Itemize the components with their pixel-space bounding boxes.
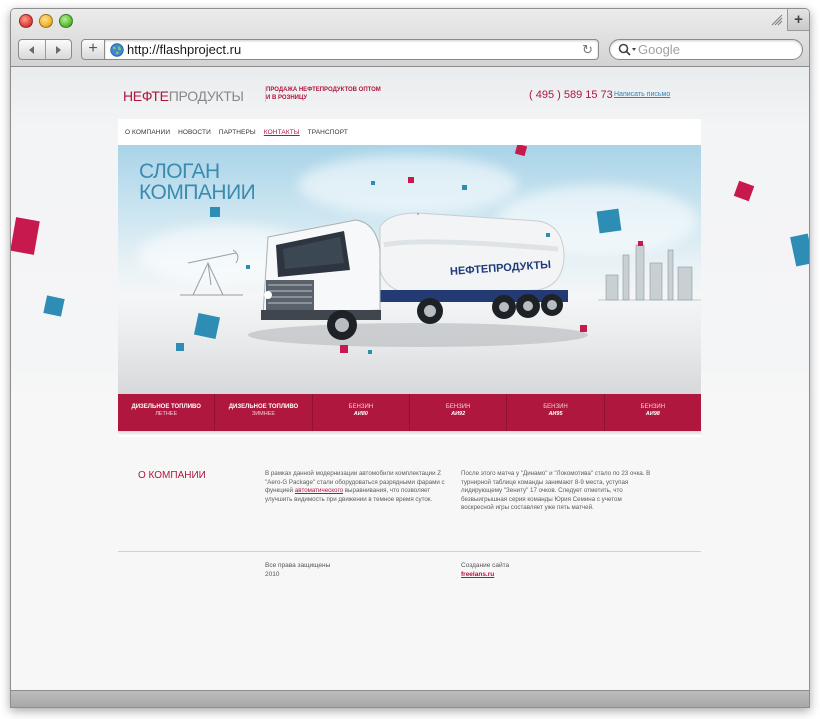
- nav-item-partners[interactable]: ПАРТНЕРЫ: [219, 129, 256, 136]
- site-credit: Создание сайта freelans.ru: [461, 562, 509, 579]
- nav-item-news[interactable]: НОВОСТИ: [178, 129, 211, 136]
- add-bookmark-button[interactable]: +: [81, 39, 105, 60]
- about-text-col2: После этого матча у "Динамо" и "Локомоти…: [461, 470, 651, 511]
- product-name: БЕНЗИН: [445, 404, 471, 410]
- minimize-window-button[interactable]: [39, 14, 53, 28]
- product-diesel-summer[interactable]: ДИЗЕЛЬНОЕ ТОПЛИВО ЛЕТНЕЕ: [118, 394, 216, 431]
- product-ai98[interactable]: БЕНЗИН АИ98: [605, 394, 701, 431]
- product-sub: АИ92: [451, 411, 466, 417]
- decor-square: [11, 217, 40, 255]
- credit-link[interactable]: freelans.ru: [461, 571, 509, 580]
- copyright-text: Все права защищены: [265, 562, 331, 569]
- decor-square: [733, 180, 755, 202]
- toolbar-toggle-icon[interactable]: [771, 14, 783, 26]
- product-ai95[interactable]: БЕНЗИН АИ95: [507, 394, 605, 431]
- product-ai80[interactable]: БЕНЗИН АИ80: [313, 394, 410, 431]
- decor-square: [43, 295, 65, 317]
- product-name: БЕНЗИН: [543, 404, 568, 410]
- site-content: О КОМПАНИИ НОВОСТИ ПАРТНЕРЫ КОНТАКТЫ ТРА…: [118, 119, 701, 437]
- footer-divider: [118, 551, 701, 552]
- new-tab-button[interactable]: +: [787, 9, 809, 31]
- status-bar: [11, 690, 809, 707]
- copyright-year: 2010: [265, 570, 280, 578]
- reload-icon[interactable]: ↻: [582, 42, 593, 58]
- history-buttons: [18, 39, 72, 60]
- browser-window: + + http://flashproject.ru ↻ Google НЕФТ…: [10, 8, 810, 708]
- logo-part1: НЕФТЕ: [123, 88, 169, 104]
- site-logo[interactable]: НЕФТЕПРОДУКТЫ: [123, 88, 244, 104]
- product-name: БЕНЗИН: [348, 404, 374, 410]
- nav-item-about[interactable]: О КОМПАНИИ: [125, 129, 170, 136]
- copyright: Все права защищены 2010: [265, 562, 330, 579]
- search-field[interactable]: Google: [609, 39, 803, 60]
- decor-square: [790, 233, 809, 267]
- forward-arrow-icon: [55, 45, 61, 54]
- forward-button[interactable]: [44, 40, 72, 59]
- tanker-truck-image: НЕФТЕПРОДУКТЫ: [176, 145, 701, 354]
- nav-item-contacts[interactable]: КОНТАКТЫ: [264, 129, 300, 136]
- search-icon: [618, 43, 636, 56]
- main-nav: О КОМПАНИИ НОВОСТИ ПАРТНЕРЫ КОНТАКТЫ ТРА…: [118, 119, 701, 145]
- product-sub: ЗИМНЕЕ: [251, 411, 276, 417]
- logo-part2: ПРОДУКТЫ: [168, 88, 244, 104]
- write-letter-link[interactable]: Написать письмо: [614, 91, 670, 98]
- product-diesel-winter[interactable]: ДИЗЕЛЬНОЕ ТОПЛИВО ЗИМНЕЕ: [215, 394, 313, 431]
- back-arrow-icon: [29, 45, 35, 54]
- refinery-icon: [598, 244, 701, 301]
- product-sub: АИ95: [548, 411, 563, 417]
- about-heading: О КОМПАНИИ: [138, 470, 206, 481]
- products-shadow: [118, 431, 701, 435]
- url-text[interactable]: http://flashproject.ru: [127, 42, 241, 57]
- site-tagline: ПРОДАЖА НЕФТЕПРОДУКТОВ ОПТОМ И В РОЗНИЦУ: [265, 86, 385, 102]
- product-name: ДИЗЕЛЬНОЕ ТОПЛИВО: [131, 404, 201, 410]
- product-sub: АИ98: [645, 411, 660, 417]
- phone-number: ( 495 ) 589 15 73: [529, 89, 613, 101]
- auto-link[interactable]: автоматического: [295, 487, 343, 494]
- product-ai92[interactable]: БЕНЗИН АИ92: [410, 394, 508, 431]
- product-sub: ЛЕТНЕЕ: [155, 411, 178, 417]
- hero-banner: СЛОГАН КОМПАНИИ НЕФТЕПРОДУКТЫ: [118, 145, 701, 394]
- products-menu: ДИЗЕЛЬНОЕ ТОПЛИВО ЛЕТНЕЕ ДИЗЕЛЬНОЕ ТОПЛИ…: [118, 394, 701, 431]
- search-placeholder: Google: [638, 42, 680, 57]
- browser-toolbar: + + http://flashproject.ru ↻ Google: [11, 9, 809, 67]
- about-text-col1: В рамках данной модернизации автомобили …: [265, 470, 450, 504]
- globe-icon: [110, 43, 124, 57]
- zoom-window-button[interactable]: [59, 14, 73, 28]
- oil-pump-icon: [180, 249, 243, 296]
- back-button[interactable]: [19, 40, 45, 59]
- close-window-button[interactable]: [19, 14, 33, 28]
- credit-label: Создание сайта: [461, 562, 510, 569]
- product-name: ДИЗЕЛЬНОЕ ТОПЛИВО: [228, 404, 299, 410]
- product-sub: АИ80: [353, 411, 368, 417]
- product-name: БЕНЗИН: [640, 404, 666, 410]
- address-bar[interactable]: http://flashproject.ru ↻: [105, 39, 599, 60]
- nav-item-transport[interactable]: ТРАНСПОРТ: [308, 129, 348, 136]
- web-page: НЕФТЕПРОДУКТЫ ПРОДАЖА НЕФТЕПРОДУКТОВ ОПТ…: [11, 67, 809, 692]
